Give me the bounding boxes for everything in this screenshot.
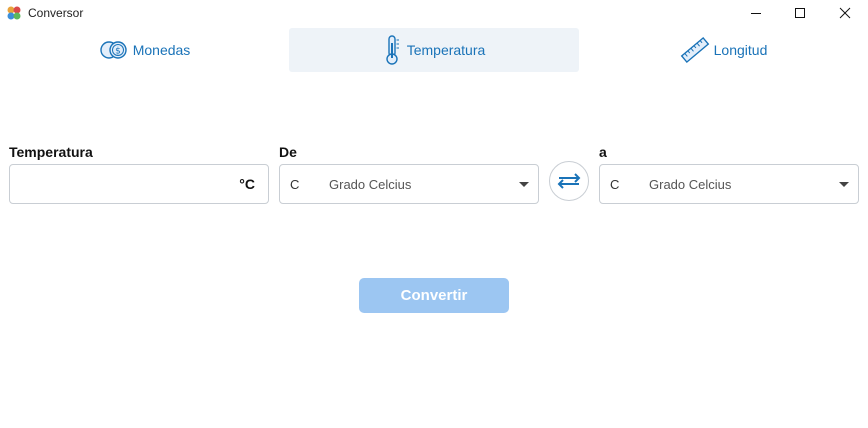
- minimize-icon: [751, 13, 761, 14]
- temperature-field[interactable]: °C: [9, 164, 269, 204]
- to-unit-code: C: [610, 177, 620, 192]
- coins-icon: $: [100, 41, 127, 59]
- tab-bar: $ Monedas Temperatura Longitud: [0, 28, 868, 72]
- convert-button[interactable]: Convertir: [359, 278, 509, 313]
- maximize-button[interactable]: [777, 0, 823, 26]
- tab-temperatura-label: Temperatura: [406, 42, 486, 58]
- close-button[interactable]: [822, 0, 868, 26]
- temperature-input[interactable]: [20, 173, 224, 197]
- tab-monedas[interactable]: $ Monedas: [0, 28, 289, 72]
- thermometer-icon: [386, 35, 399, 65]
- to-unit-select[interactable]: C Grado Celcius: [599, 164, 859, 204]
- from-unit-name: Grado Celcius: [329, 177, 412, 192]
- from-label: De: [279, 144, 297, 160]
- tab-longitud-label: Longitud: [713, 42, 768, 58]
- close-icon: [839, 7, 851, 19]
- minimize-button[interactable]: [733, 0, 779, 26]
- tab-longitud[interactable]: Longitud: [579, 28, 868, 72]
- swap-arrows-icon: [557, 173, 581, 189]
- dropdown-arrow-icon: [839, 182, 849, 187]
- swap-units-button[interactable]: [549, 161, 589, 201]
- maximize-icon: [795, 8, 805, 18]
- dropdown-arrow-icon: [519, 182, 529, 187]
- tab-temperatura[interactable]: Temperatura: [289, 28, 579, 72]
- app-icon: [7, 6, 21, 20]
- title-bar: Conversor: [0, 0, 868, 26]
- svg-text:$: $: [115, 47, 121, 57]
- to-label: a: [599, 144, 607, 160]
- from-unit-select[interactable]: C Grado Celcius: [279, 164, 539, 204]
- tab-monedas-label: Monedas: [132, 42, 191, 58]
- unit-suffix: °C: [239, 176, 255, 192]
- to-unit-name: Grado Celcius: [649, 177, 732, 192]
- window-title: Conversor: [28, 6, 84, 20]
- temperature-label: Temperatura: [9, 144, 93, 160]
- from-unit-code: C: [290, 177, 300, 192]
- ruler-icon: [680, 36, 709, 64]
